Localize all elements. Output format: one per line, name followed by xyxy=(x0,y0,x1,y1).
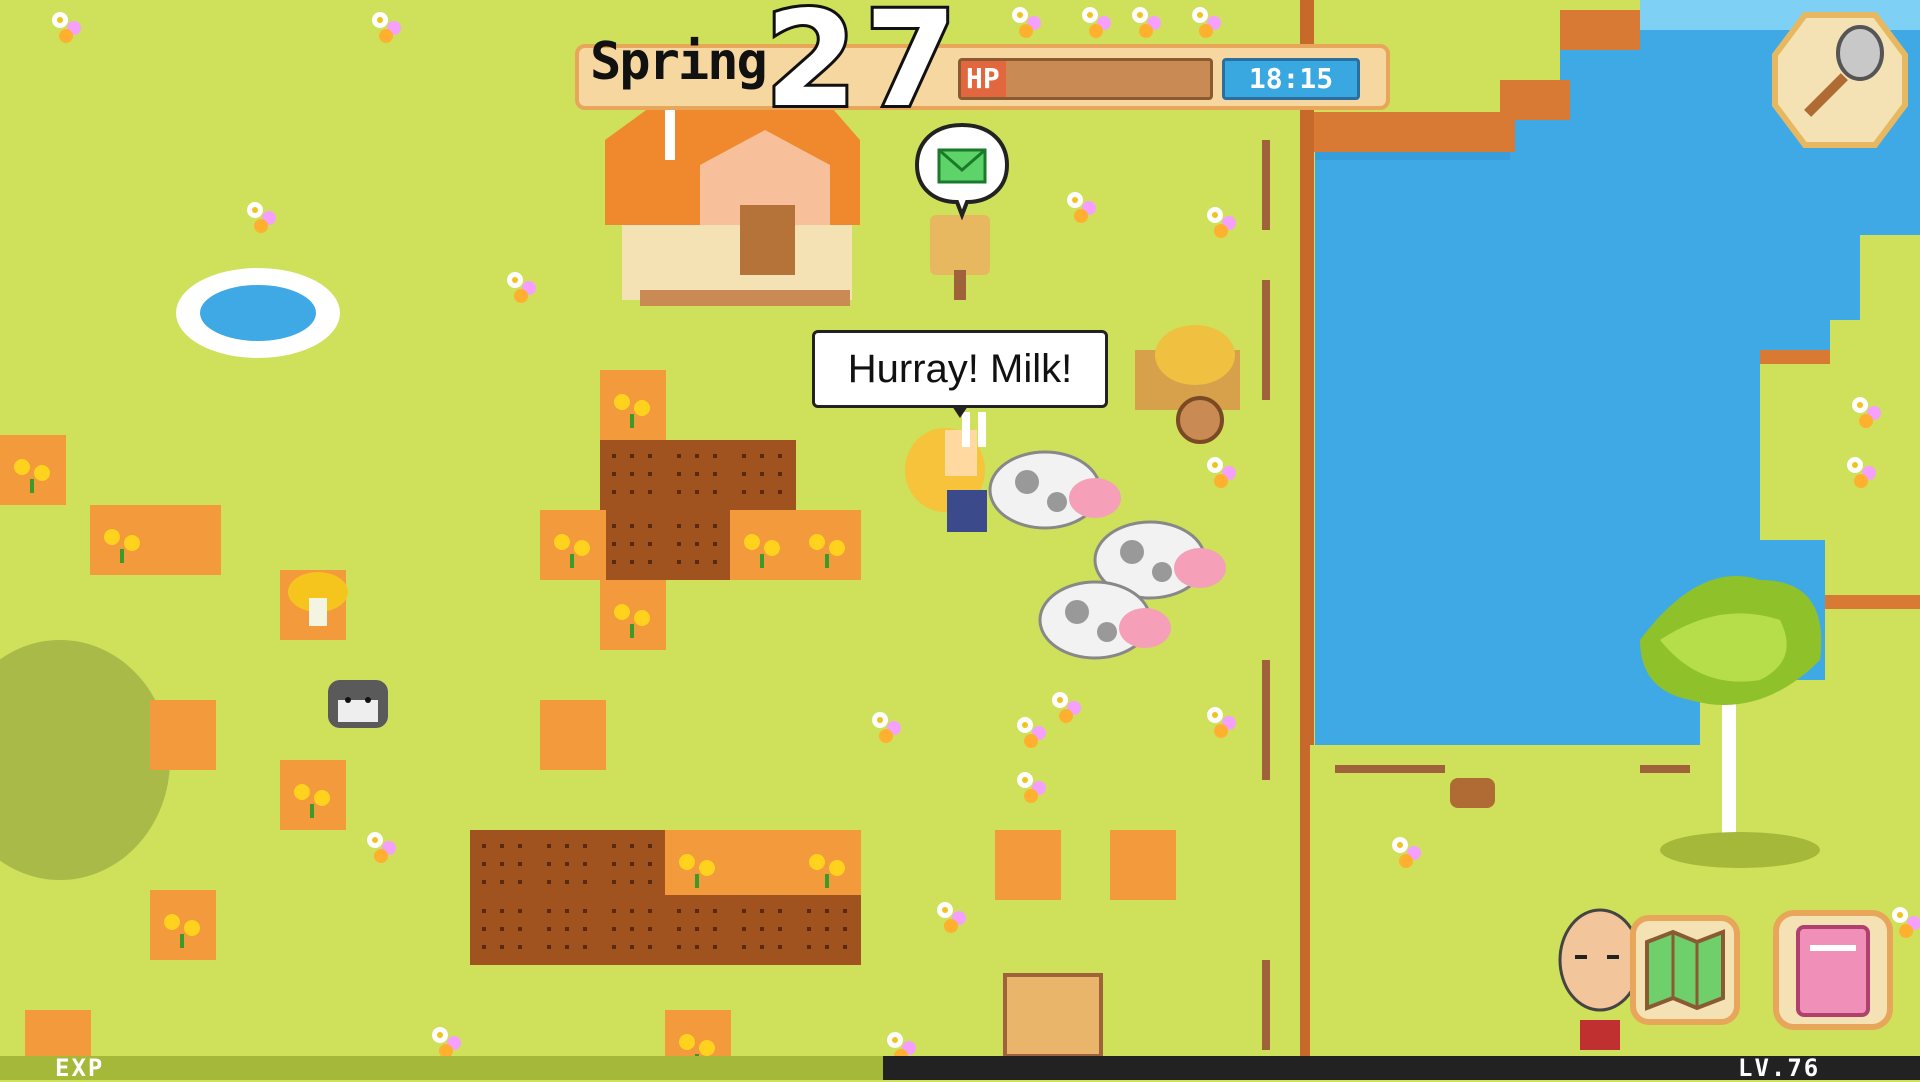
soil-plot[interactable] xyxy=(90,505,156,575)
soil-plot[interactable] xyxy=(540,510,606,580)
soil-plot[interactable] xyxy=(540,700,606,770)
tool-button[interactable] xyxy=(1765,5,1915,155)
dialog-tail xyxy=(952,406,968,418)
soil-plot[interactable] xyxy=(730,440,796,510)
soil-plot[interactable] xyxy=(730,510,796,580)
soil-plot[interactable] xyxy=(600,370,666,440)
season-label: Spring xyxy=(590,32,768,92)
soil-plot[interactable] xyxy=(155,505,221,575)
soil-plot[interactable] xyxy=(795,510,861,580)
map-icon xyxy=(1645,929,1725,1011)
soil-plot[interactable] xyxy=(280,760,346,830)
exp-label: EXP xyxy=(55,1054,105,1082)
soil-plot[interactable] xyxy=(470,895,536,965)
clock: 18:15 xyxy=(1222,58,1360,100)
exp-fill xyxy=(0,1056,884,1080)
soil-plot[interactable] xyxy=(795,830,861,900)
soil-plot[interactable] xyxy=(600,895,666,965)
soil-plot[interactable] xyxy=(535,830,601,900)
pond xyxy=(176,268,340,358)
crate xyxy=(1003,973,1103,1058)
soil-plot[interactable] xyxy=(535,895,601,965)
soil-plot[interactable] xyxy=(665,830,731,900)
soil-plot[interactable] xyxy=(795,895,861,965)
dog[interactable] xyxy=(328,680,388,728)
journal-button[interactable] xyxy=(1768,905,1898,1035)
map-button[interactable] xyxy=(1625,910,1745,1030)
envelope-icon xyxy=(937,148,987,184)
soil-plot[interactable] xyxy=(665,510,731,580)
soil-plot[interactable] xyxy=(600,510,666,580)
tree-stump xyxy=(1450,778,1495,808)
soil-plot[interactable] xyxy=(1110,830,1176,900)
soil-plot[interactable] xyxy=(600,580,666,650)
soil-plot[interactable] xyxy=(730,830,796,900)
book-icon xyxy=(1796,925,1870,1017)
soil-plot[interactable] xyxy=(0,435,66,505)
level-label: LV.76 xyxy=(1738,1054,1821,1082)
hp-label: HP xyxy=(966,62,1000,95)
soil-plot[interactable] xyxy=(470,830,536,900)
soil-plot[interactable] xyxy=(600,440,666,510)
soil-plot[interactable] xyxy=(730,895,796,965)
soil-plot[interactable] xyxy=(665,440,731,510)
dialog-bubble: Hurray! Milk! xyxy=(812,330,1108,408)
day-counter: 27 xyxy=(762,0,965,137)
soil-plot[interactable] xyxy=(665,895,731,965)
soil-plot[interactable] xyxy=(150,700,216,770)
soil-plot[interactable] xyxy=(995,830,1061,900)
soil-plot[interactable] xyxy=(600,830,666,900)
soil-plot[interactable] xyxy=(150,890,216,960)
